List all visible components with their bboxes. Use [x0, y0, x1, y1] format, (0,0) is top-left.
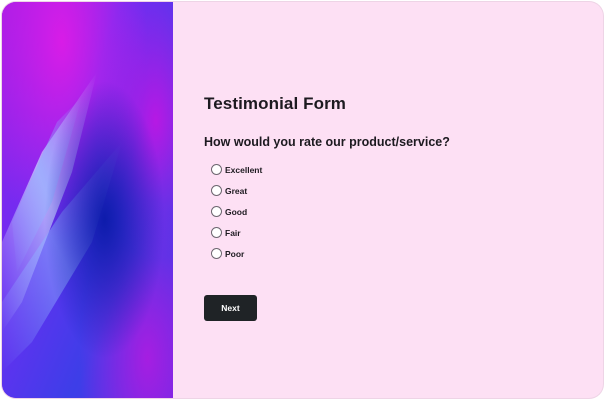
radio-button-excellent[interactable] [211, 164, 222, 175]
rating-question: How would you rate our product/service? [204, 135, 450, 149]
rating-options: Excellent Great Good Fair Poor [204, 159, 584, 264]
rating-option-label: Excellent [225, 164, 263, 175]
rating-option-great[interactable]: Great [204, 180, 584, 201]
rating-option-poor[interactable]: Poor [204, 243, 584, 264]
form-title: Testimonial Form [204, 94, 347, 113]
radio-button-great[interactable] [211, 185, 222, 196]
radio-button-good[interactable] [211, 206, 222, 217]
rating-option-fair[interactable]: Fair [204, 222, 584, 243]
next-button[interactable]: Next [204, 295, 257, 321]
form-card: Testimonial Form How would you rate our … [2, 2, 603, 398]
rating-option-excellent[interactable]: Excellent [204, 159, 584, 180]
rating-option-label: Great [225, 185, 248, 196]
radio-button-poor[interactable] [211, 248, 222, 259]
rating-option-label: Poor [225, 248, 245, 259]
abstract-gradient-image [2, 2, 173, 398]
rating-option-label: Good [225, 206, 248, 217]
radio-button-fair[interactable] [211, 227, 222, 238]
testimonial-form: Testimonial Form How would you rate our … [204, 94, 584, 321]
form-panel: Testimonial Form How would you rate our … [173, 2, 603, 398]
rating-option-good[interactable]: Good [204, 201, 584, 222]
rating-option-label: Fair [225, 227, 241, 238]
